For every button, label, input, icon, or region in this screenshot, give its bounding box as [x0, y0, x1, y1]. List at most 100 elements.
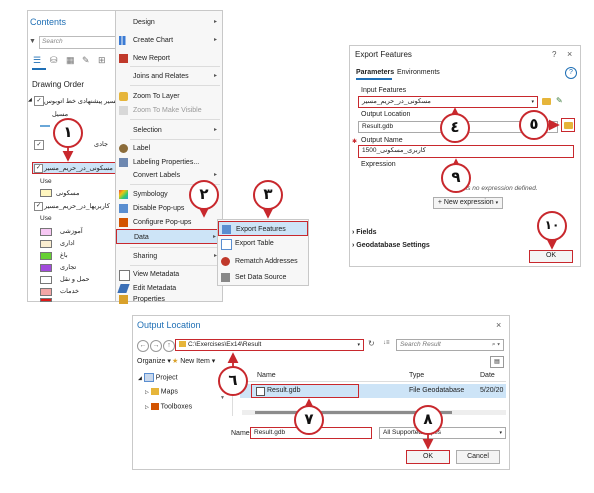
menu-selection[interactable]: Selection ▸: [116, 123, 222, 138]
sort-icon[interactable]: ↓≡: [383, 340, 390, 346]
layer-2-label[interactable]: جادی: [94, 140, 108, 148]
callout-5: ٥: [519, 110, 549, 140]
submenu-rematch-addresses[interactable]: Rematch Addresses: [218, 254, 308, 269]
layer-checkbox-1[interactable]: ✓: [34, 96, 44, 106]
organize-menu[interactable]: Organize ▾: [137, 357, 171, 365]
metadata-icon: [119, 270, 130, 281]
callout-3: ٣: [253, 180, 283, 210]
chart-icon: [119, 36, 128, 45]
legend-label-garden: باغ: [60, 252, 68, 259]
help-circle-icon[interactable]: ?: [565, 67, 577, 79]
submenu-set-data-source[interactable]: Set Data Source: [218, 270, 308, 285]
legend-swatch-commercial: [40, 264, 52, 272]
menu-label[interactable]: Label: [116, 141, 222, 156]
column-header-date[interactable]: Date: [480, 372, 495, 379]
tab-parameters-underline: [356, 78, 392, 80]
popup-disable-icon: [119, 204, 128, 213]
output-name-label: Output Name: [361, 137, 403, 144]
location-dialog-close[interactable]: ×: [496, 320, 501, 330]
zoom-visible-icon: [119, 106, 128, 115]
layer-checkbox-2[interactable]: ✓: [34, 140, 44, 150]
submenu-export-features[interactable]: Export Features: [218, 221, 308, 236]
location-dialog-title: Output Location: [137, 320, 201, 330]
tab-parameters[interactable]: Parameters: [356, 69, 394, 76]
zoom-layer-icon: [119, 92, 128, 101]
selected-view-underline: [32, 68, 46, 70]
callout-8: ٨: [413, 405, 443, 435]
location-cancel-button[interactable]: Cancel: [456, 450, 500, 464]
file-row-name: Result.gdb: [267, 387, 301, 394]
column-header-name[interactable]: Name: [257, 372, 276, 379]
tree-scroll-arrow[interactable]: ▼: [220, 395, 225, 401]
refresh-icon[interactable]: ↻: [368, 339, 375, 348]
pencil-edit-icon[interactable]: ✎: [556, 96, 563, 105]
menu-view-metadata[interactable]: View Metadata: [116, 267, 222, 282]
menu-sharing[interactable]: Sharing ▸: [116, 249, 222, 264]
new-item-menu[interactable]: ★ New Item ▾: [172, 357, 215, 365]
legend-swatch-office: [40, 240, 52, 248]
menu-edit-metadata[interactable]: Edit Metadata: [116, 281, 222, 296]
legend-label-transport: حمل و نقل: [60, 276, 90, 283]
menu-create-chart[interactable]: Create Chart ▸: [116, 33, 222, 48]
view-options-icon[interactable]: ▤: [490, 356, 504, 368]
path-folder-icon: [179, 341, 186, 348]
contents-title: Contents: [30, 17, 67, 27]
expression-label: Expression: [361, 161, 396, 168]
location-search-input[interactable]: Search Result ⌕ ▾: [396, 339, 504, 351]
fields-expander[interactable]: › Fields: [352, 229, 377, 236]
folder-icon[interactable]: [542, 98, 551, 105]
list-by-drawing-order-icon[interactable]: ☰: [33, 55, 43, 65]
layer-1-label[interactable]: مسیر پیشنهادی خط اتوبوس: [44, 97, 119, 105]
use-label-2: Use: [40, 215, 52, 222]
menu-zoom-to-layer[interactable]: Zoom To Layer: [116, 89, 222, 104]
list-by-snapping-icon[interactable]: ⊞: [98, 55, 108, 65]
submenu-export-table[interactable]: Export Table: [218, 236, 308, 251]
export-ok-button[interactable]: OK: [529, 250, 573, 263]
labeling-props-icon: [119, 158, 128, 167]
layer-4-label[interactable]: کاربریها_در_حریم_مسیر: [44, 202, 110, 210]
list-by-editing-icon[interactable]: ✎: [82, 55, 92, 65]
data-submenu: Export Features Export Table Rematch Add…: [217, 219, 309, 286]
menu-new-report[interactable]: New Report: [116, 51, 222, 66]
menu-properties[interactable]: Properties: [116, 295, 222, 304]
path-bar[interactable]: C:\Exercises\Ex14\Result ▾: [175, 339, 364, 351]
callout-1: ١: [53, 118, 83, 148]
report-icon: [119, 54, 128, 63]
contents-search-placeholder: Search: [42, 38, 63, 45]
input-features-field[interactable]: مسکونی_در_حریم_مسیر ▾: [358, 96, 538, 108]
name-label: Name: [231, 430, 250, 437]
forward-arrow-icon[interactable]: →: [150, 340, 162, 352]
menu-data[interactable]: Data ▸: [116, 229, 222, 244]
location-ok-button[interactable]: OK: [406, 450, 450, 464]
layer-checkbox-3[interactable]: ✓: [34, 164, 43, 173]
menu-configure-popups[interactable]: Configure Pop-ups: [116, 215, 222, 230]
legend-swatch-services: [40, 288, 52, 296]
tab-environments[interactable]: Environments: [397, 69, 440, 76]
export-dialog-help[interactable]: ?: [552, 50, 556, 59]
menu-design[interactable]: Design ▸: [116, 15, 222, 30]
column-header-type[interactable]: Type: [409, 372, 424, 379]
layer-3-label[interactable]: مسکونی_در_حریم_مسیر: [44, 164, 113, 172]
up-arrow-icon[interactable]: ↑: [163, 340, 175, 352]
location-search-icon: ⌕ ▾: [491, 341, 500, 348]
new-expression-button[interactable]: + New expression ▾: [433, 197, 503, 209]
browse-folder-button[interactable]: [561, 118, 575, 132]
list-by-selection-icon[interactable]: ▦: [66, 55, 76, 65]
file-type-filter[interactable]: All Supported Types ▾: [379, 427, 506, 439]
tree-item-toolboxes[interactable]: ▷ Toolboxes: [145, 403, 192, 410]
menu-joins-relates[interactable]: Joins and Relates ▸: [116, 69, 222, 84]
output-name-field[interactable]: کاربری_مسکونی_1500: [358, 145, 574, 158]
export-dialog-close[interactable]: ×: [567, 49, 572, 59]
properties-icon: [119, 295, 128, 304]
filter-icon[interactable]: ▼: [29, 38, 36, 45]
tree-item-project[interactable]: ◢ Project: [138, 373, 178, 382]
layer-checkbox-4[interactable]: ✓: [34, 202, 43, 211]
layer-expander-1[interactable]: ◢: [28, 97, 32, 103]
gdb-icon: [256, 387, 265, 396]
callout-7: ٧: [294, 405, 324, 435]
tree-item-maps[interactable]: ▷ Maps: [145, 388, 178, 395]
back-arrow-icon[interactable]: ←: [137, 340, 149, 352]
geodb-settings-expander[interactable]: › Geodatabase Settings: [352, 242, 430, 249]
file-row-type: File Geodatabase: [409, 387, 465, 394]
list-by-source-icon[interactable]: ⛁: [50, 55, 60, 65]
